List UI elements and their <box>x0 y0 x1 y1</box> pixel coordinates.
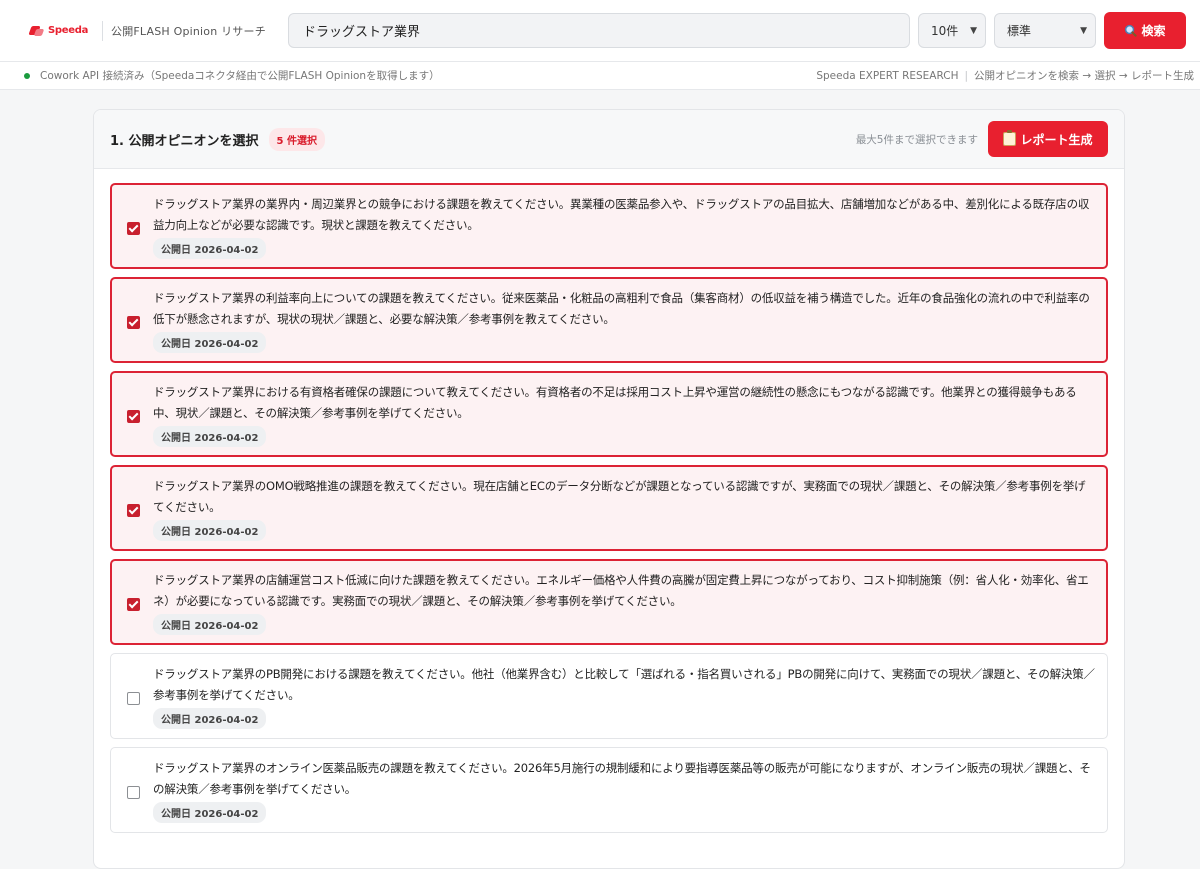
opinion-list: ドラッグストア業界の業界内・周辺業界との競争における課題を教えてください。異業種… <box>110 183 1108 841</box>
opinion-checkbox[interactable] <box>127 691 140 705</box>
opinion-item[interactable]: ドラッグストア業界の利益率向上についての課題を教えてください。従来医薬品・化粧品… <box>110 277 1108 363</box>
speeda-logo-icon <box>30 25 44 37</box>
opinion-item[interactable]: ドラッグストア業界の店舗運営コスト低減に向けた課題を教えてください。エネルギー価… <box>110 559 1108 645</box>
selected-count-badge: 5 件選択 <box>268 127 325 151</box>
speeda-logo[interactable]: Speeda <box>30 25 102 37</box>
clipboard-icon <box>1003 130 1017 146</box>
opinion-text: ドラッグストア業界のオンライン医薬品販売の課題を教えてください。2026年5月施… <box>153 760 1091 796</box>
app-name: 公開FLASH Opinion リサーチ <box>111 24 266 38</box>
breadcrumb: Speeda EXPERT RESEARCH | 公開オピニオンを検索 → 選択… <box>816 68 1194 83</box>
opinion-item[interactable]: ドラッグストア業界のPB開発における課題を教えてください。他社（他業界含む）と比… <box>110 653 1108 739</box>
opinion-text: ドラッグストア業界の店舗運営コスト低減に向けた課題を教えてください。エネルギー価… <box>153 572 1089 608</box>
publish-date-chip: 公開日 2026-04-02 <box>153 425 267 447</box>
opinion-text: ドラッグストア業界のOMO戦略推進の課題を教えてください。現在店舗とECのデータ… <box>153 478 1086 514</box>
opinion-text: ドラッグストア業界の業界内・周辺業界との競争における課題を教えてください。異業種… <box>153 196 1090 232</box>
chevron-down-icon: ▼ <box>970 25 977 36</box>
result-count-select[interactable]: 10件 ▼ <box>918 13 986 48</box>
search-icon <box>1125 24 1138 37</box>
search-button[interactable]: 検索 <box>1104 12 1186 49</box>
opinion-text: ドラッグストア業界のPB開発における課題を教えてください。他社（他業界含む）と比… <box>153 666 1095 702</box>
search-button-label: 検索 <box>1141 24 1166 38</box>
publish-date-chip: 公開日 2026-04-02 <box>153 707 267 729</box>
opinion-item[interactable]: ドラッグストア業界の業界内・周辺業界との競争における課題を教えてください。異業種… <box>110 183 1108 269</box>
breadcrumb-separator: | <box>964 69 969 82</box>
selection-limit-note: 最大5件まで選択できます <box>855 133 978 146</box>
publish-date-chip: 公開日 2026-04-02 <box>153 519 267 541</box>
result-count-value: 10件 <box>931 24 959 38</box>
opinion-checkbox[interactable] <box>127 315 140 329</box>
flow-steps: 公開オピニオンを検索 → 選択 → レポート生成 <box>974 70 1194 82</box>
publish-date-chip: 公開日 2026-04-02 <box>153 237 267 259</box>
publish-date-chip: 公開日 2026-04-02 <box>153 613 267 635</box>
opinion-item[interactable]: ドラッグストア業界のオンライン医薬品販売の課題を教えてください。2026年5月施… <box>110 747 1108 833</box>
search-mode-value: 標準 <box>1007 24 1032 38</box>
opinion-text: ドラッグストア業界における有資格者確保の課題について教えてください。有資格者の不… <box>153 384 1077 420</box>
publish-date-chip: 公開日 2026-04-02 <box>153 801 267 823</box>
connection-status-icon <box>24 72 30 79</box>
chevron-down-icon: ▼ <box>1080 25 1087 36</box>
opinion-checkbox[interactable] <box>127 785 140 799</box>
panel-header: 1. 公開オピニオンを選択 5 件選択 最大5件まで選択できます レポート生成 <box>94 110 1124 169</box>
opinion-checkbox[interactable] <box>127 221 140 235</box>
opinion-checkbox[interactable] <box>127 597 140 611</box>
header-divider <box>102 20 103 41</box>
opinion-item[interactable]: ドラッグストア業界のOMO戦略推進の課題を教えてください。現在店舗とECのデータ… <box>110 465 1108 551</box>
opinion-select-panel: 1. 公開オピニオンを選択 5 件選択 最大5件まで選択できます レポート生成 … <box>93 109 1125 869</box>
publish-date-chip: 公開日 2026-04-02 <box>153 331 267 353</box>
panel-title: 1. 公開オピニオンを選択 <box>110 133 259 149</box>
opinion-checkbox[interactable] <box>127 409 140 423</box>
status-bar: Cowork API 接続済み（Speedaコネクタ経由で公開FLASH Opi… <box>0 62 1200 90</box>
generate-report-label: レポート生成 <box>1020 132 1093 147</box>
brand-label: Speeda EXPERT RESEARCH <box>816 69 959 82</box>
search-mode-select[interactable]: 標準 ▼ <box>994 13 1096 48</box>
search-input[interactable] <box>288 13 910 48</box>
opinion-text: ドラッグストア業界の利益率向上についての課題を教えてください。従来医薬品・化粧品… <box>153 290 1090 326</box>
generate-report-button[interactable]: レポート生成 <box>988 121 1108 157</box>
logo-text: Speeda <box>48 25 89 36</box>
opinion-item[interactable]: ドラッグストア業界における有資格者確保の課題について教えてください。有資格者の不… <box>110 371 1108 457</box>
connection-status-text: Cowork API 接続済み（Speedaコネクタ経由で公開FLASH Opi… <box>40 70 440 82</box>
header: Speeda 公開FLASH Opinion リサーチ 10件 ▼ 標準 ▼ 検… <box>0 0 1200 62</box>
opinion-checkbox[interactable] <box>127 503 140 517</box>
